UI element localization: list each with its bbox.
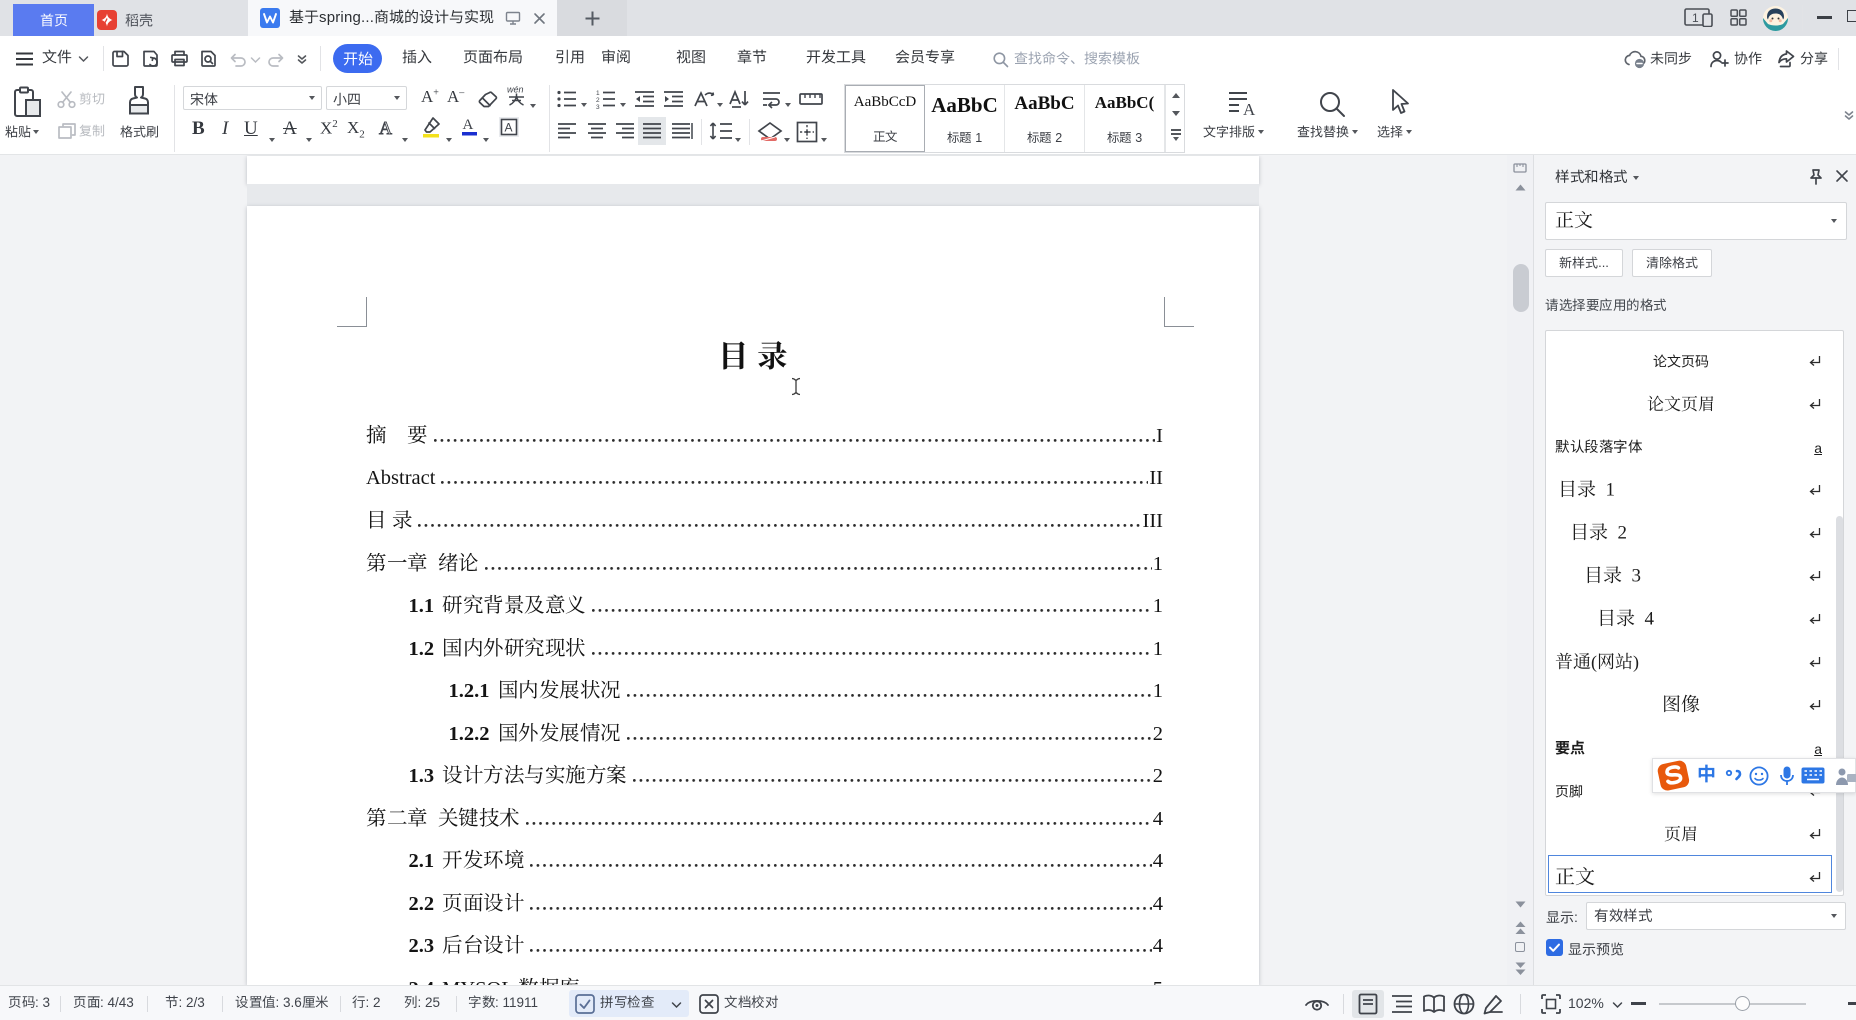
svg-text:2: 2 xyxy=(596,97,600,104)
svg-text:A: A xyxy=(1243,100,1256,119)
svg-text:wén: wén xyxy=(507,85,524,95)
svg-text:A: A xyxy=(505,121,513,135)
svg-text:1: 1 xyxy=(1692,11,1699,25)
svg-text:3: 3 xyxy=(596,104,600,109)
svg-text:1: 1 xyxy=(596,90,600,97)
svg-text:A: A xyxy=(463,117,474,133)
svg-text:A: A xyxy=(379,118,392,138)
